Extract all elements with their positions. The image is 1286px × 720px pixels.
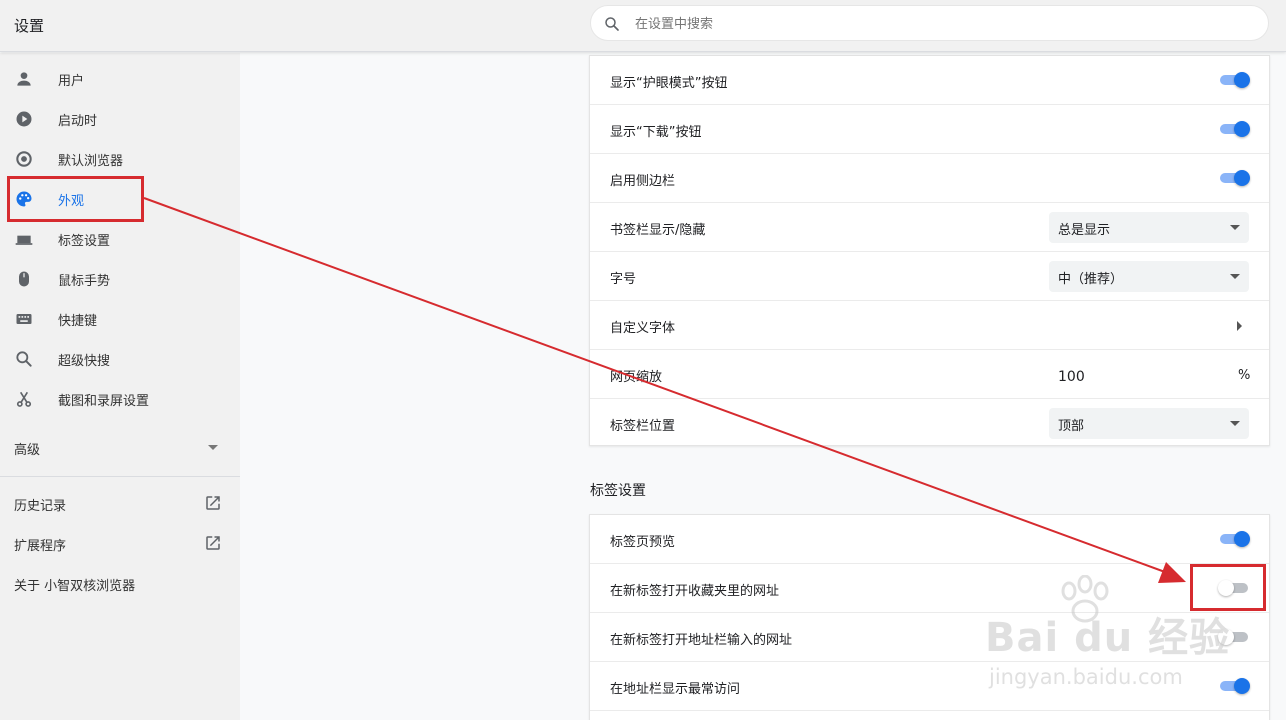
sidebar-item-label: 快捷键 xyxy=(58,314,98,329)
keyboard-icon xyxy=(16,314,32,324)
top-bar: 设置 xyxy=(0,0,1286,52)
open-addressbar-new-tab-toggle[interactable] xyxy=(1218,629,1250,645)
setting-row: 在地址栏显示最常访问 xyxy=(590,662,1269,711)
arrow-right-icon[interactable] xyxy=(1237,321,1242,331)
sidebar-link-history[interactable]: 历史记录 xyxy=(0,484,240,524)
sidebar-item-label: 鼠标手势 xyxy=(58,274,111,289)
setting-row: 网页缩放 % xyxy=(590,350,1269,399)
appearance-card: 显示“护眼模式”按钮 显示“下载”按钮 启用侧边栏 书签栏显示/隐藏 总是显示 … xyxy=(589,55,1270,446)
select-value: 总是显示 xyxy=(1058,223,1111,238)
search-icon xyxy=(16,351,32,367)
setting-row: 在新标签打开地址栏输入的网址 xyxy=(590,613,1269,662)
sidebar-link-extensions[interactable]: 扩展程序 xyxy=(0,524,240,564)
sidebar-link-about[interactable]: 关于 小智双核浏览器 xyxy=(0,564,240,604)
setting-label: 启用侧边栏 xyxy=(610,174,676,189)
most-visited-toggle[interactable] xyxy=(1218,678,1250,694)
zoom-unit: % xyxy=(1238,368,1251,383)
setting-row: 标签栏位置 顶部 xyxy=(590,399,1269,448)
setting-label: 书签栏显示/隐藏 xyxy=(610,223,706,238)
sidebar-item-label: 用户 xyxy=(58,74,85,89)
chevron-down-icon[interactable] xyxy=(208,445,218,450)
setting-label: 在地址栏显示最常访问 xyxy=(610,682,741,697)
sidebar-toggle[interactable] xyxy=(1218,170,1250,186)
setting-label: 标签栏位置 xyxy=(610,419,676,434)
select-value: 中（推荐） xyxy=(1058,272,1124,287)
setting-row: 字号 中（推荐） xyxy=(590,252,1269,301)
mouse-icon xyxy=(19,271,29,287)
target-icon xyxy=(16,151,32,167)
page-title: 设置 xyxy=(14,17,45,35)
sidebar-divider xyxy=(0,476,240,477)
sidebar: 用户 启动时 默认浏览器 外观 标签设置 鼠标手势 快捷键 超级快搜 截图和录屏… xyxy=(0,53,240,720)
setting-label: 自定义字体 xyxy=(610,321,676,336)
sidebar-item-label: 标签设置 xyxy=(58,234,111,249)
open-in-new-icon xyxy=(206,496,220,510)
setting-label: 字号 xyxy=(610,272,637,287)
setting-row: 标签页预览 xyxy=(590,515,1269,564)
person-icon xyxy=(17,72,31,86)
sidebar-link-label: 关于 小智双核浏览器 xyxy=(14,579,136,594)
setting-label: 在新标签打开收藏夹里的网址 xyxy=(610,584,780,599)
setting-row: 启用侧边栏 xyxy=(590,154,1269,203)
sidebar-link-label: 扩展程序 xyxy=(14,539,67,554)
sidebar-item-mouse-gestures[interactable]: 鼠标手势 xyxy=(0,259,240,299)
open-in-new-icon xyxy=(206,536,220,550)
sidebar-item-shortcuts[interactable]: 快捷键 xyxy=(0,299,240,339)
setting-row: 书签栏显示/隐藏 总是显示 xyxy=(590,203,1269,252)
advanced-toggle[interactable]: 高级 xyxy=(14,439,40,458)
search-input[interactable] xyxy=(635,14,1235,34)
search-icon xyxy=(605,17,619,31)
font-size-select[interactable]: 中（推荐） xyxy=(1049,261,1249,292)
sidebar-item-label: 截图和录屏设置 xyxy=(58,394,150,409)
zoom-input[interactable] xyxy=(1058,367,1208,387)
sidebar-item-startup[interactable]: 启动时 xyxy=(0,99,240,139)
setting-row: 显示“下载”按钮 xyxy=(590,105,1269,154)
sidebar-item-default-browser[interactable]: 默认浏览器 xyxy=(0,139,240,179)
caret-down-icon xyxy=(1230,274,1240,279)
setting-row: 在新标签打开收藏夹里的网址 xyxy=(590,564,1269,613)
sidebar-item-users[interactable]: 用户 xyxy=(0,59,240,99)
tab-preview-toggle[interactable] xyxy=(1218,531,1250,547)
setting-label: 标签页预览 xyxy=(610,535,676,550)
section-title: 标签设置 xyxy=(590,483,646,499)
caret-down-icon xyxy=(1230,225,1240,230)
setting-label: 显示“下载”按钮 xyxy=(610,125,702,140)
download-button-toggle[interactable] xyxy=(1218,121,1250,137)
eye-mode-button-toggle[interactable] xyxy=(1218,72,1250,88)
sidebar-item-tab-settings[interactable]: 标签设置 xyxy=(0,219,240,259)
caret-down-icon xyxy=(1230,421,1240,426)
sidebar-item-screenshot[interactable]: 截图和录屏设置 xyxy=(0,379,240,419)
play-circle-icon xyxy=(16,111,32,127)
highlight-box-appearance xyxy=(7,176,144,222)
setting-label: 网页缩放 xyxy=(610,370,663,385)
sidebar-item-label: 启动时 xyxy=(58,114,98,129)
sidebar-item-super-search[interactable]: 超级快搜 xyxy=(0,339,240,379)
highlight-box-toggle xyxy=(1190,564,1266,611)
setting-label: 在新标签打开地址栏输入的网址 xyxy=(610,633,793,648)
sidebar-link-label: 历史记录 xyxy=(14,499,67,514)
tab-bar-position-select[interactable]: 顶部 xyxy=(1049,408,1249,439)
custom-fonts-row[interactable]: 自定义字体 xyxy=(590,301,1269,350)
bookmark-bar-select[interactable]: 总是显示 xyxy=(1049,212,1249,243)
scissors-icon xyxy=(16,391,32,407)
setting-label: 显示“护眼模式”按钮 xyxy=(610,76,728,91)
sidebar-item-label: 超级快搜 xyxy=(58,354,111,369)
tab-icon xyxy=(15,235,33,245)
select-value: 顶部 xyxy=(1058,419,1085,434)
setting-row: 显示“护眼模式”按钮 xyxy=(590,56,1269,105)
tab-settings-card: 标签页预览 在新标签打开收藏夹里的网址 在新标签打开地址栏输入的网址 在地址栏显… xyxy=(589,514,1270,720)
sidebar-item-label: 默认浏览器 xyxy=(58,154,124,169)
search-box[interactable] xyxy=(590,5,1269,41)
